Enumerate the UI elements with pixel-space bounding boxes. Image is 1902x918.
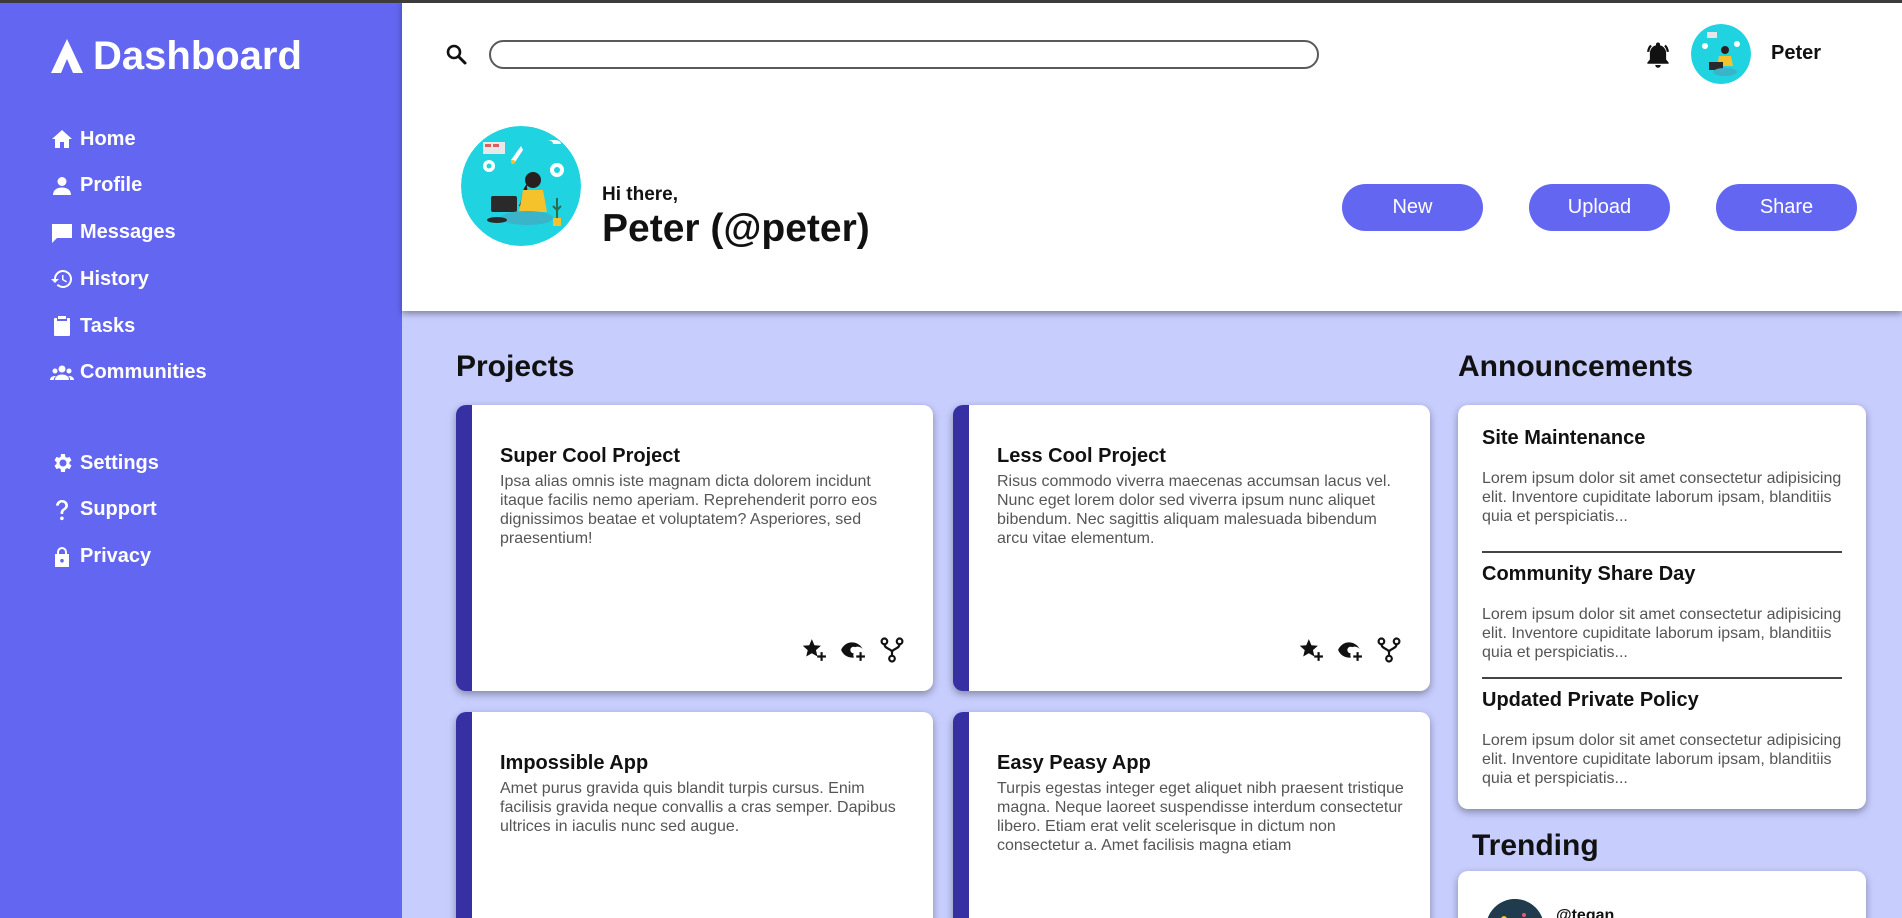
sidebar-item-messages[interactable]: Messages	[49, 218, 207, 248]
page-title: Peter (@peter)	[602, 207, 870, 250]
new-button[interactable]: New	[1342, 184, 1483, 231]
trending-handle[interactable]: @tegan	[1556, 907, 1614, 918]
project-card[interactable]: Super Cool Project Ipsa alias omnis iste…	[456, 405, 933, 691]
question-icon	[49, 497, 75, 523]
secondary-nav: Settings Support Privacy	[49, 448, 159, 588]
announcement-item[interactable]: Site Maintenance Lorem ipsum dolor sit a…	[1482, 427, 1842, 553]
sidebar-item-support[interactable]: Support	[49, 495, 159, 525]
projects-heading: Projects	[456, 350, 575, 383]
project-actions	[1298, 637, 1402, 663]
sidebar-item-label: Privacy	[80, 545, 152, 568]
sidebar-item-label: History	[80, 267, 149, 290]
announcement-text: Lorem ipsum dolor sit amet consectetur a…	[1482, 732, 1842, 787]
star-add-icon[interactable]	[1298, 637, 1324, 663]
logo-icon	[51, 39, 83, 73]
star-add-icon[interactable]	[801, 637, 827, 663]
user-name[interactable]: Peter	[1771, 42, 1821, 65]
project-actions	[801, 637, 905, 663]
search-icon[interactable]	[444, 42, 468, 66]
project-title: Impossible App	[500, 752, 649, 774]
trending-panel: @tegan	[1458, 871, 1866, 918]
fork-icon[interactable]	[879, 637, 905, 663]
profile-avatar	[461, 126, 581, 246]
project-card[interactable]: Impossible App Amet purus gravida quis b…	[456, 712, 933, 918]
sidebar: Dashboard Home Profile Messages History	[0, 0, 402, 918]
sidebar-item-label: Communities	[80, 361, 207, 384]
group-icon	[49, 360, 75, 386]
history-icon	[49, 266, 75, 292]
sidebar-item-history[interactable]: History	[49, 264, 207, 294]
watch-add-icon[interactable]	[1337, 637, 1363, 663]
sidebar-item-profile[interactable]: Profile	[49, 171, 207, 201]
announcements-panel: Site Maintenance Lorem ipsum dolor sit a…	[1458, 405, 1866, 809]
trending-heading: Trending	[1472, 829, 1599, 862]
search-input[interactable]	[489, 40, 1319, 69]
lock-icon	[49, 544, 75, 570]
sidebar-item-home[interactable]: Home	[49, 124, 207, 154]
sidebar-item-label: Support	[80, 498, 157, 521]
brand[interactable]: Dashboard	[50, 34, 302, 78]
project-title: Super Cool Project	[500, 445, 681, 467]
bell-icon[interactable]	[1643, 40, 1673, 70]
sidebar-item-label: Tasks	[80, 314, 136, 337]
sidebar-item-tasks[interactable]: Tasks	[49, 311, 207, 341]
announcement-item[interactable]: Updated Private Policy Lorem ipsum dolor…	[1482, 679, 1842, 805]
watch-add-icon[interactable]	[840, 637, 866, 663]
sidebar-item-communities[interactable]: Communities	[49, 358, 207, 388]
announcements-heading: Announcements	[1458, 350, 1694, 383]
announcement-title: Site Maintenance	[1482, 427, 1646, 449]
primary-nav: Home Profile Messages History Tasks Comm…	[49, 124, 207, 405]
announcement-title: Updated Private Policy	[1482, 689, 1699, 711]
upload-button[interactable]: Upload	[1529, 184, 1670, 231]
project-card[interactable]: Easy Peasy App Turpis egestas integer eg…	[953, 712, 1430, 918]
project-title: Easy Peasy App	[997, 752, 1151, 774]
share-button[interactable]: Share	[1716, 184, 1857, 231]
sidebar-item-settings[interactable]: Settings	[49, 448, 159, 478]
announcement-title: Community Share Day	[1482, 563, 1696, 585]
gear-icon	[49, 450, 75, 476]
header: Peter Hi there, Peter (@peter) New Uploa…	[402, 0, 1902, 311]
project-description: Ipsa alias omnis iste magnam dicta dolor…	[500, 473, 878, 547]
fork-icon[interactable]	[1376, 637, 1402, 663]
brand-title: Dashboard	[93, 34, 302, 78]
announcement-text: Lorem ipsum dolor sit amet consectetur a…	[1482, 470, 1842, 525]
project-card[interactable]: Less Cool Project Risus commodo viverra …	[953, 405, 1430, 691]
project-description: Amet purus gravida quis blandit turpis c…	[500, 780, 896, 835]
avatar[interactable]	[1486, 899, 1544, 918]
sidebar-item-label: Profile	[80, 174, 143, 197]
person-icon	[49, 173, 75, 199]
clipboard-icon	[49, 313, 75, 339]
window-top-edge	[0, 0, 1902, 3]
project-description: Turpis egestas integer eget aliquet nibh…	[997, 780, 1404, 854]
announcement-item[interactable]: Community Share Day Lorem ipsum dolor si…	[1482, 553, 1842, 679]
sidebar-item-label: Messages	[80, 221, 176, 244]
home-icon	[49, 126, 75, 152]
sidebar-item-label: Settings	[80, 451, 159, 474]
sidebar-item-label: Home	[80, 127, 136, 150]
announcement-text: Lorem ipsum dolor sit amet consectetur a…	[1482, 606, 1842, 661]
project-description: Risus commodo viverra maecenas accumsan …	[997, 473, 1391, 547]
project-title: Less Cool Project	[997, 445, 1166, 467]
sidebar-item-privacy[interactable]: Privacy	[49, 542, 159, 572]
greeting: Hi there,	[602, 184, 679, 205]
avatar[interactable]	[1691, 24, 1751, 84]
chat-icon	[49, 220, 75, 246]
